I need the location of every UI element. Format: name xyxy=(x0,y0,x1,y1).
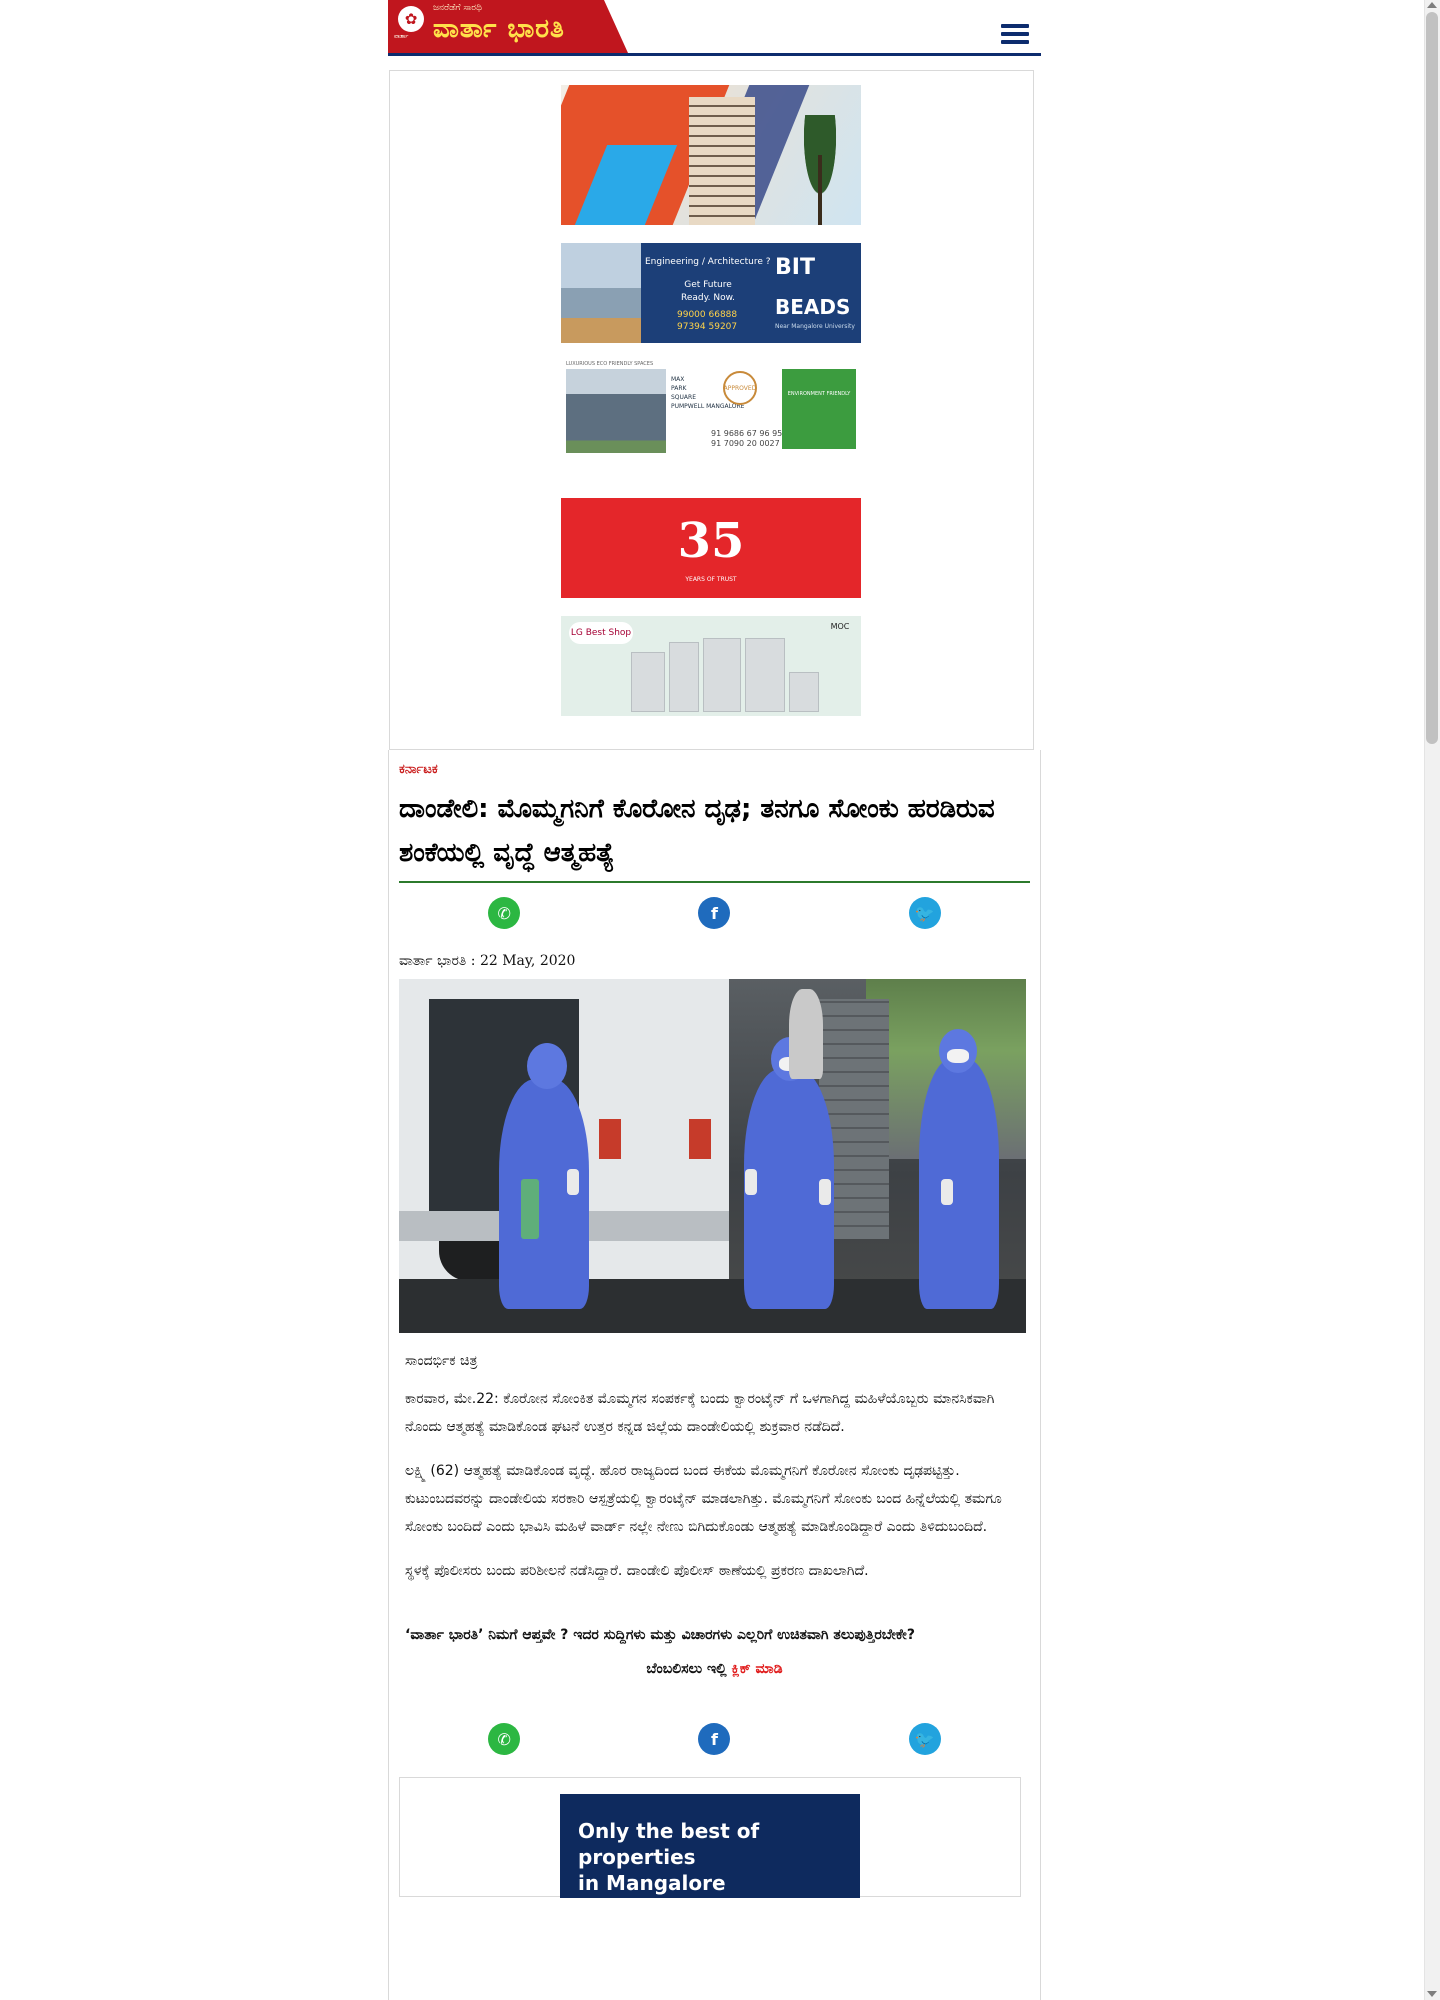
college-building-image xyxy=(561,243,641,343)
support-line: ಬೆಂಬಲಿಸಲು ಇಲ್ಲಿ ಕ್ಲಿಕ್ ಮಾಡಿ xyxy=(399,1661,1030,1677)
twitter-icon[interactable]: 🐦 xyxy=(908,1723,941,1755)
ad-tagline: LUXURIOUS ECO FRIENDLY SPACES xyxy=(566,361,654,367)
moc-logo: MOC xyxy=(830,622,850,631)
page-container: ✿ ವಾರ್ತಾ ಜನರೆಡೆಗೆ ಸಾರಥಿ ವಾರ್ತಾ ಭಾರತಿ Eng… xyxy=(388,0,1041,2000)
tower-image xyxy=(566,369,666,453)
ad-banner-bit-beads[interactable]: Engineering / Architecture ? Get Future R… xyxy=(561,243,861,343)
category-link[interactable]: ಕರ್ನಾಟಕ xyxy=(399,750,1030,777)
photo-caption: ಸಾಂದರ್ಭಿಕ ಚಿತ್ರ xyxy=(405,1353,478,1369)
support-promo-text: ‘ವಾರ್ತಾ ಭಾರತಿ’ ನಿಮಗೆ ಆಪ್ತವೇ ? ಇದರ ಸುದ್ದಿ… xyxy=(405,1627,915,1643)
facebook-icon[interactable]: f xyxy=(698,897,731,929)
hamburger-menu-icon[interactable] xyxy=(1001,24,1029,48)
ad-brand-location: Near Mangalore University xyxy=(775,323,855,330)
logo-tagline: ಜನರೆಡೆಗೆ ಸಾರಥಿ xyxy=(433,3,482,13)
scroll-up-arrow-icon[interactable] xyxy=(1427,2,1437,8)
ad-brand-bit: BIT xyxy=(775,255,815,280)
article-paragraph: ಸ್ಥಳಕ್ಕೆ ಪೊಲೀಸರು ಬಂದು ಪರಿಶೀಲನೆ ನಡೆಸಿದ್ದಾ… xyxy=(405,1563,869,1579)
support-prefix: ಬೆಂಬಲಿಸಲು ಇಲ್ಲಿ xyxy=(646,1661,727,1677)
twitter-icon[interactable]: 🐦 xyxy=(908,897,941,929)
ad-brand-beads: BEADS xyxy=(775,295,851,319)
eco-features-panel: ENVIRONMENT FRIENDLY xyxy=(782,369,856,449)
scroll-down-arrow-icon[interactable] xyxy=(1427,1991,1437,1997)
site-header: ✿ ವಾರ್ತಾ ಜನರೆಡೆಗೆ ಸಾರಥಿ ವಾರ್ತಾ ಭಾರತಿ xyxy=(388,0,1041,56)
article-paragraph: ಕಾರವಾರ, ಮೇ.22: ಕೊರೋನ ಸೋಂಕಿತ ಮೊಮ್ಮಗನ ಸಂಪರ… xyxy=(405,1391,995,1435)
whatsapp-icon[interactable]: ✆ xyxy=(488,1723,521,1755)
logo-emblem-icon: ✿ xyxy=(398,6,424,32)
ad-phone-numbers: 91 9686 67 96 95 91 7090 20 0027 xyxy=(711,429,783,448)
logo-emblem-caption: ವಾರ್ತಾ xyxy=(394,33,409,40)
share-bar-top: ✆ f 🐦 xyxy=(399,897,1030,931)
share-bar-bottom: ✆ f 🐦 xyxy=(399,1723,1030,1757)
ad-slogan: Get Future Ready. Now. xyxy=(681,280,736,303)
lg-logo: LG Best Shop xyxy=(569,622,633,644)
ad-banner-lg-best-shop[interactable]: LG Best Shop MOC xyxy=(561,616,861,716)
ad-banner-max-park-square[interactable]: LUXURIOUS ECO FRIENDLY SPACES MAX PARK S… xyxy=(561,361,861,456)
anniversary-logo: 35 YEARS OF TRUST xyxy=(677,513,745,583)
ad-banner-properties[interactable]: Only the best of properties in Mangalore xyxy=(560,1794,860,1898)
scrollbar-thumb[interactable] xyxy=(1426,12,1438,744)
article: ಕರ್ನಾಟಕ ದಾಂಡೇಲಿ: ಮೊಮ್ಮಗನಿಗೆ ಕೊರೋನ ದೃಢ; ತ… xyxy=(388,750,1041,2000)
article-byline: ವಾರ್ತಾ ಭಾರತಿ : 22 May, 2020 xyxy=(399,953,576,969)
ad-question-text: Engineering / Architecture ? xyxy=(645,257,771,267)
vertical-scrollbar[interactable] xyxy=(1424,0,1440,2000)
site-logo[interactable]: ✿ ವಾರ್ತಾ ಜನರೆಡೆಗೆ ಸಾರಥಿ ವಾರ್ತಾ ಭಾರತಿ xyxy=(388,0,628,53)
approved-badge-icon: APPROVED xyxy=(723,371,757,405)
ad-panel-bottom: Only the best of properties in Mangalore xyxy=(399,1777,1021,1898)
facebook-icon[interactable]: f xyxy=(698,1723,731,1755)
article-title: ದಾಂಡೇಲಿ: ಮೊಮ್ಮಗನಿಗೆ ಕೊರೋನ ದೃಢ; ತನಗೂ ಸೋಂಕ… xyxy=(399,787,1030,883)
ad-banner-apartments[interactable] xyxy=(561,85,861,225)
support-click-link[interactable]: ಕ್ಲಿಕ್ ಮಾಡಿ xyxy=(732,1661,783,1677)
whatsapp-icon[interactable]: ✆ xyxy=(488,897,521,929)
article-photo xyxy=(399,979,1026,1333)
ad-banner-35-years[interactable]: 35 YEARS OF TRUST xyxy=(561,498,861,598)
ad-phone-numbers: 99000 66888 97394 59207 xyxy=(677,310,738,332)
ads-panel: Engineering / Architecture ? Get Future R… xyxy=(389,70,1034,750)
logo-name: ವಾರ್ತಾ ಭಾರತಿ xyxy=(433,14,565,44)
article-paragraph: ಲಕ್ಷ್ಮಿ (62) ಆತ್ಮಹತ್ಯೆ ಮಾಡಿಕೊಂಡ ವೃದ್ಧೆ. … xyxy=(405,1463,1002,1535)
